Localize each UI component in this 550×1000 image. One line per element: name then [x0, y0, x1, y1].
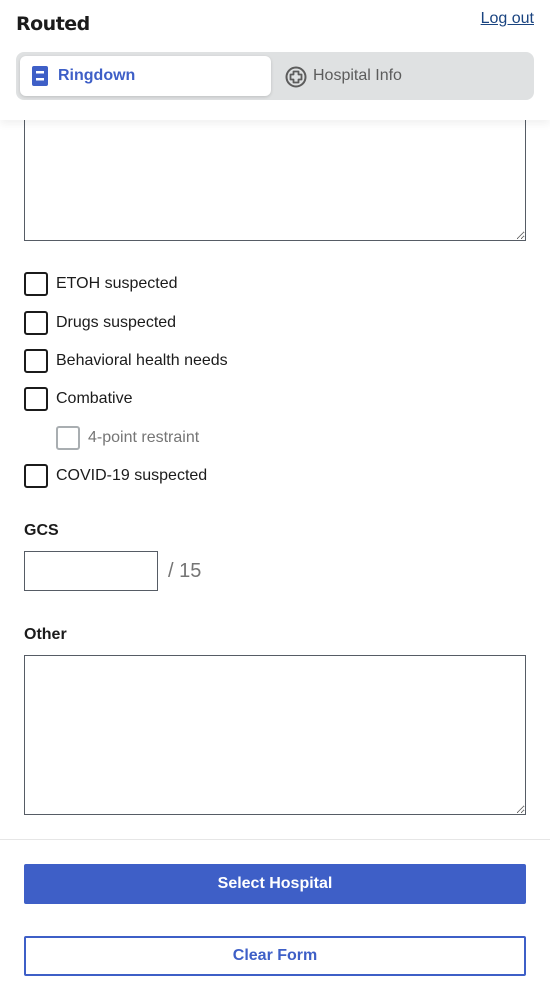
document-icon	[30, 66, 50, 86]
checkbox-label: Behavioral health needs	[56, 352, 228, 369]
checkbox-box[interactable]	[24, 311, 48, 335]
hospital-plus-icon	[285, 66, 307, 88]
other-label: Other	[24, 626, 67, 643]
tab-bar: Ringdown Hospital Info	[16, 52, 534, 100]
checkbox-drugs-suspected[interactable]: Drugs suspected	[24, 311, 176, 335]
logo-text: Routed	[16, 13, 90, 35]
tab-ringdown[interactable]: Ringdown	[20, 56, 271, 96]
checkbox-label: COVID-19 suspected	[56, 467, 208, 484]
checkbox-box[interactable]	[56, 426, 80, 450]
checkbox-covid-19-suspected[interactable]: COVID-19 suspected	[24, 464, 207, 488]
tab-label: Ringdown	[58, 67, 136, 84]
gcs-input[interactable]	[24, 551, 158, 591]
checkbox-combative[interactable]: Combative	[24, 387, 132, 411]
checkbox-box[interactable]	[24, 464, 48, 488]
app-header: Routed Log out Ringdown Hospital Info	[0, 0, 550, 120]
other-textarea[interactable]	[24, 655, 526, 815]
checkbox-box[interactable]	[24, 349, 48, 373]
gcs-label: GCS	[24, 522, 59, 539]
routed-logo: Routed	[16, 13, 90, 35]
checkbox-label: Drugs suspected	[56, 314, 177, 331]
checkbox-etoh-suspected[interactable]: ETOH suspected	[24, 272, 178, 296]
checkbox-box[interactable]	[24, 387, 48, 411]
checkbox-label: Combative	[56, 390, 133, 407]
checkbox-4-point-restraint[interactable]: 4-point restraint	[56, 426, 199, 450]
form-footer: Select Hospital Clear Form	[0, 839, 550, 1000]
checkbox-behavioral-health-needs[interactable]: Behavioral health needs	[24, 349, 228, 373]
clear-form-button[interactable]: Clear Form	[24, 936, 526, 976]
gcs-suffix: / 15	[168, 560, 202, 582]
select-hospital-button[interactable]: Select Hospital	[24, 864, 526, 904]
logout-link[interactable]: Log out	[481, 10, 534, 28]
checkbox-box[interactable]	[24, 272, 48, 296]
checkbox-label: 4-point restraint	[88, 429, 200, 446]
tab-label: Hospital Info	[313, 67, 402, 84]
checkbox-label: ETOH suspected	[56, 275, 178, 292]
tab-hospital-info[interactable]: Hospital Info	[271, 56, 522, 96]
previous-notes-textarea[interactable]	[24, 110, 526, 241]
